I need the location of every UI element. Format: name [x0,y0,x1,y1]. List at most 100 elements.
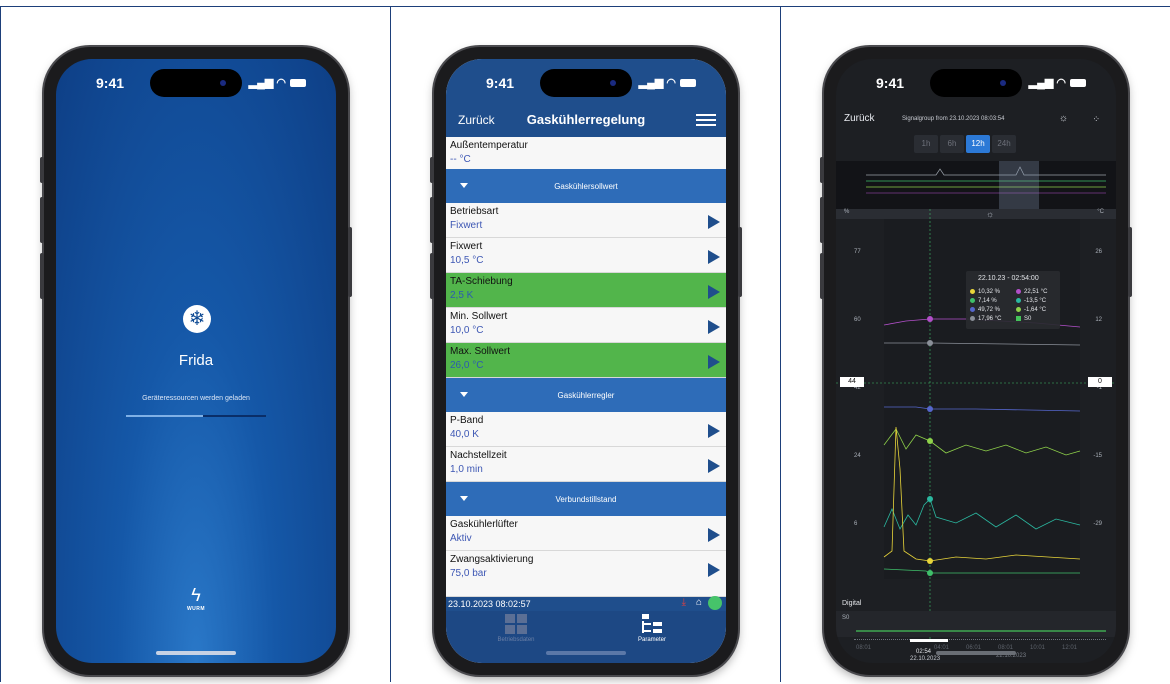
home-indicator [546,651,626,655]
play-arrow-icon[interactable] [708,355,720,369]
dynamic-island [540,69,632,97]
time-label: 12:01 [1062,645,1078,651]
param-row-ta-schiebung[interactable]: TA-Schiebung 2,5 K [446,273,726,308]
app-name: Frida [178,352,214,369]
param-label: Max. Sollwert [450,346,511,357]
tooltip-entry: -1,64 °C [1016,307,1046,313]
param-value: 1,0 min [450,464,483,475]
param-row-gaskuehlerluefter[interactable]: Gaskühlerlüfter Aktiv [446,516,726,551]
grid-view-icon[interactable]: ⁘ [1092,114,1100,125]
hamburger-menu-icon[interactable] [696,111,716,129]
right-tick: 26 [1095,249,1102,255]
signalgroup-title: Signalgroup from 23.10.2023 08:03:54 [902,116,1005,122]
param-label: Betriebsart [450,206,499,217]
left-tick: 6 [854,521,858,527]
param-row-p-band[interactable]: P-Band 40,0 K [446,412,726,447]
section-header[interactable]: Verbundstillstand [446,482,726,516]
overview-selection-window[interactable] [999,161,1039,209]
tooltip-value: 22,51 °C [1024,289,1048,296]
wurm-logo: ϟ WURM [56,585,336,612]
chart-tooltip: 22.10.23 - 02:54:00 10,32 % 22,51 °C 7,1… [966,271,1060,329]
status-bar: 9:41 ▂▄▆ ◠ [836,59,1116,103]
tooltip-value: -13,5 °C [1024,298,1047,305]
play-arrow-icon[interactable] [708,528,720,542]
tooltip-entry: 7,14 % [970,298,997,304]
section-header[interactable]: Gaskühlersollwert [446,169,726,203]
section-title: Gaskühlersollwert [554,182,618,191]
section-title: Verbundstillstand [555,495,617,504]
play-arrow-icon[interactable] [708,285,720,299]
play-arrow-icon[interactable] [708,459,720,473]
param-label: P-Band [450,415,484,426]
tab-betriebsdaten[interactable]: Betriebsdaten [476,613,556,643]
left-tick: 24 [854,453,861,459]
time-label: 08:01 [856,645,872,651]
right-cursor-value: 0 [1088,377,1112,387]
panel-parameters: 9:41 ▂▄▆ ◠ Zurück Gaskühlerregelung Auße… [390,6,780,682]
tooltip-value: 10,32 % [978,289,1001,296]
status-footer: 23.10.2023 08:02:57 ⤓ ⌂ [446,596,726,611]
right-unit-label: °C [1097,209,1104,215]
param-value: 40,0 K [450,429,479,440]
left-tick: 77 [854,249,861,255]
status-time: 9:41 [96,75,125,91]
play-arrow-icon[interactable] [708,215,720,229]
range-1h[interactable]: 1h [914,135,938,153]
section-header[interactable]: Gaskühlerregler [446,378,726,412]
nav-bar: Zurück Signalgroup from 23.10.2023 08:03… [836,111,1116,133]
param-label: Außentemperatur [450,140,528,151]
download-icon: ⤓ [681,597,686,608]
tab-parameter[interactable]: Parameter [612,613,692,643]
param-value: 2,5 K [450,290,474,301]
play-arrow-icon[interactable] [708,424,720,438]
phone-frame: 9:41 ▂▄▆ ◠ ❄ Frida Geräteressourcen werd… [40,47,352,675]
param-value: Aktiv [450,533,472,544]
param-row-betriebsart[interactable]: Betriebsart Fixwert [446,203,726,238]
snowflake-logo-icon: ❄ [183,305,211,333]
range-12h[interactable]: 12h [966,135,990,153]
param-label: Gaskühlerlüfter [450,519,518,530]
play-arrow-icon[interactable] [708,250,720,264]
home-indicator [936,651,1016,655]
tooltip-value: 7,14 % [978,298,997,305]
dynamic-island [150,69,242,97]
play-arrow-icon[interactable] [708,320,720,334]
range-24h[interactable]: 24h [992,135,1016,153]
play-arrow-icon[interactable] [708,563,720,577]
bolt-icon: ϟ [191,585,201,605]
param-row-nachstellzeit[interactable]: Nachstellzeit 1,0 min [446,447,726,482]
time-cursor-marker[interactable] [910,639,948,642]
status-time: 9:41 [486,75,515,91]
left-unit-label: % [844,209,850,215]
param-label: TA-Schiebung [450,276,513,287]
back-button[interactable]: Zurück [844,113,875,124]
chart-area[interactable]: % °C ☼ 77 60 42 24 6 26 12 -1 -15 -29 44… [836,209,1116,639]
page-title: Gaskühlerregelung [526,112,646,127]
time-label: 10:01 [1030,645,1046,651]
tooltip-entry: 49,72 % [970,307,1000,313]
tooltip-header: 22.10.23 - 02:54:00 [978,275,1039,282]
parameter-screen: 9:41 ▂▄▆ ◠ Zurück Gaskühlerregelung Auße… [446,59,726,663]
param-label: Nachstellzeit [450,450,507,461]
tab-label: Parameter [637,637,666,643]
right-tick: 12 [1095,317,1102,323]
loading-text: Geräteressourcen werden geladen [142,395,250,402]
brightness-icon[interactable]: ☼ [1059,113,1068,124]
param-row-fixwert[interactable]: Fixwert 10,5 °C [446,238,726,273]
footer-timestamp: 23.10.2023 08:02:57 [448,599,531,609]
tooltip-entry: 10,32 % [970,289,1000,295]
cursor-date-label: 22.10.2023 [910,656,941,662]
range-6h[interactable]: 6h [940,135,964,153]
panel-chart: 9:41 ▂▄▆ ◠ Zurück Signalgroup from 23.10… [780,6,1170,682]
param-row-zwangsaktivierung[interactable]: Zwangsaktivierung 75,0 bar [446,551,726,597]
tooltip-value: S0 [1024,316,1032,323]
brightness-icon[interactable]: ☼ [986,209,994,219]
param-value: Fixwert [450,220,483,231]
tooltip-entry: S0 [1016,316,1031,322]
overview-strip[interactable] [836,161,1116,209]
param-value: 26,0 °C [450,360,484,371]
param-row-max-sollwert[interactable]: Max. Sollwert 26,0 °C [446,343,726,378]
chart-screen: 9:41 ▂▄▆ ◠ Zurück Signalgroup from 23.10… [836,59,1116,663]
param-row-min-sollwert[interactable]: Min. Sollwert 10,0 °C [446,308,726,343]
digital-signal-label: S0 [842,615,850,621]
